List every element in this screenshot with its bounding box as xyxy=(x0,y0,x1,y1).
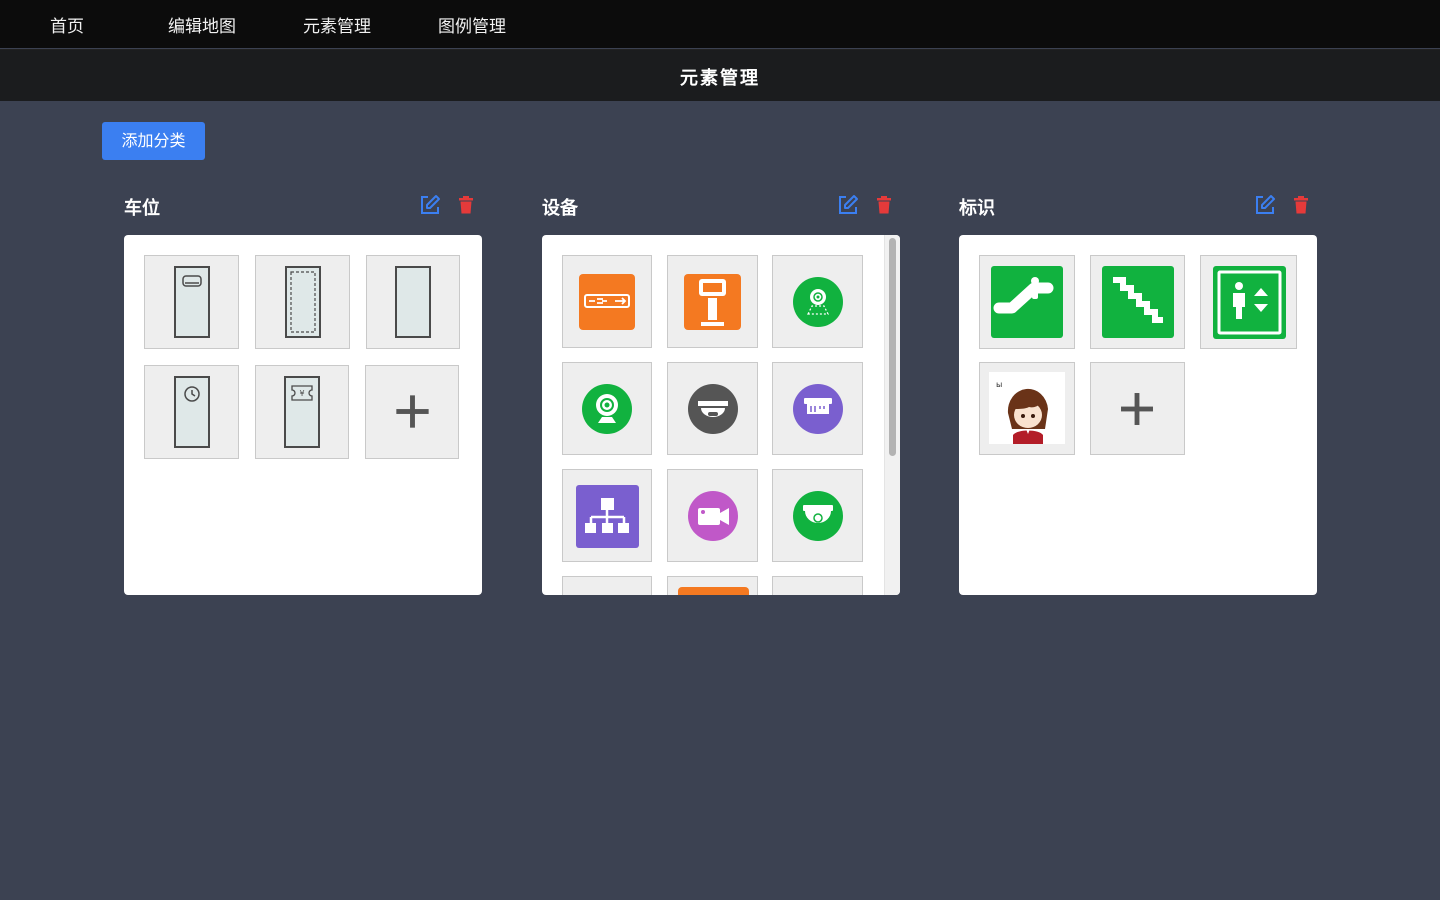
device-tile[interactable] xyxy=(667,576,758,595)
stairs-sign-icon[interactable] xyxy=(1090,255,1185,349)
category-title: 设备 xyxy=(542,198,578,219)
trash-icon[interactable] xyxy=(1291,194,1313,216)
svg-text:¥: ¥ xyxy=(299,389,304,398)
video-camera-icon[interactable] xyxy=(667,469,758,562)
sub-header: 元素管理 xyxy=(0,49,1440,101)
plus-icon xyxy=(396,395,429,428)
elevator-sign-icon[interactable] xyxy=(1200,255,1297,349)
top-nav: 首页 编辑地图 元素管理 图例管理 xyxy=(0,0,1440,48)
webcam-icon[interactable] xyxy=(562,362,652,455)
category-header: 设备 xyxy=(542,192,900,220)
parking-space-ticket-icon[interactable]: ¥ xyxy=(255,365,349,459)
face-camera-icon[interactable] xyxy=(772,469,863,562)
dome-camera-icon[interactable] xyxy=(667,362,758,455)
parking-space-sensor-icon[interactable] xyxy=(144,255,239,349)
avatar-image[interactable]: ы xyxy=(979,362,1075,455)
camera-dome-icon[interactable] xyxy=(772,255,863,348)
device-tile[interactable] xyxy=(772,576,863,595)
scroll-thumb[interactable] xyxy=(889,238,896,456)
category-panel: ¥ xyxy=(124,235,482,595)
category-panel: ы xyxy=(959,235,1317,595)
edit-icon[interactable] xyxy=(1254,194,1276,216)
escalator-sign-icon[interactable] xyxy=(979,255,1075,349)
trash-icon[interactable] xyxy=(456,194,478,216)
edit-icon[interactable] xyxy=(837,194,859,216)
parking-space-dashed-icon[interactable] xyxy=(255,255,350,349)
category-title: 标识 xyxy=(959,198,995,219)
fisheye-camera-icon[interactable] xyxy=(772,362,863,455)
page-title: 元素管理 xyxy=(680,68,760,89)
category-panel xyxy=(542,235,900,595)
device-tile[interactable] xyxy=(562,576,652,595)
add-element-button[interactable] xyxy=(1090,362,1185,455)
network-switch-icon[interactable] xyxy=(562,469,652,562)
category-header: 车位 xyxy=(124,192,482,220)
nav-legend-manage[interactable]: 图例管理 xyxy=(438,12,506,37)
scrollbar[interactable] xyxy=(884,235,900,595)
nav-home[interactable]: 首页 xyxy=(50,12,84,37)
trash-icon[interactable] xyxy=(874,194,896,216)
barrier-gate-icon[interactable] xyxy=(562,255,652,348)
edit-icon[interactable] xyxy=(419,194,441,216)
category-title: 车位 xyxy=(124,198,160,219)
nav-element-manage[interactable]: 元素管理 xyxy=(303,12,371,37)
category-header: 标识 xyxy=(959,192,1317,220)
plus-icon xyxy=(1121,393,1153,425)
parking-space-clock-icon[interactable] xyxy=(144,365,239,459)
nav-edit-map[interactable]: 编辑地图 xyxy=(168,12,236,37)
ticket-machine-icon[interactable] xyxy=(667,255,758,348)
parking-space-plain-icon[interactable] xyxy=(366,255,460,349)
svg-text:ы: ы xyxy=(996,380,1002,389)
add-element-button[interactable] xyxy=(365,365,459,459)
add-category-button[interactable]: 添加分类 xyxy=(102,122,205,160)
